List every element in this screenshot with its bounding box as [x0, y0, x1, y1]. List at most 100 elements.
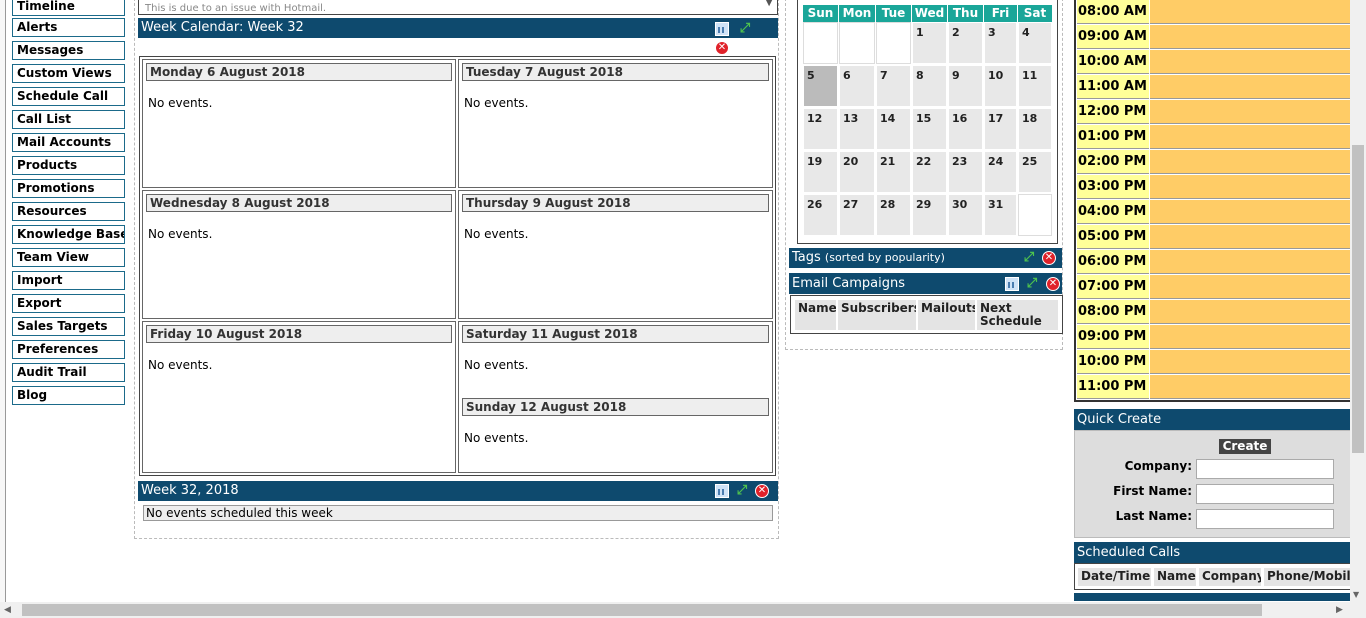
time-slot[interactable] [1150, 300, 1350, 324]
calendar-day[interactable]: 6 [839, 65, 875, 107]
scroll-down-icon[interactable]: ▼ [1353, 590, 1359, 599]
column-header[interactable]: Date/Time [1078, 568, 1151, 586]
expand-icon[interactable]: ⤢ [735, 484, 749, 498]
calendar-day[interactable]: 2 [948, 22, 983, 64]
close-icon[interactable]: ✕ [1042, 251, 1056, 265]
calendar-day[interactable]: 23 [948, 151, 983, 193]
first-name-field[interactable] [1196, 484, 1334, 504]
vertical-scrollbar-thumb[interactable] [1352, 145, 1364, 453]
nav-item-import[interactable]: Import [12, 271, 125, 290]
calendar-day[interactable]: 1 [912, 22, 947, 64]
calendar-add-icon[interactable] [715, 22, 729, 36]
nav-item-resources[interactable]: Resources [12, 202, 125, 221]
calendar-day[interactable]: 4 [1018, 22, 1052, 64]
calendar-day[interactable]: 28 [876, 194, 911, 236]
calendar-day[interactable]: 3 [984, 22, 1017, 64]
time-slot[interactable] [1150, 200, 1350, 224]
nav-item-timeline[interactable]: Timeline [12, 0, 125, 16]
time-slot[interactable] [1150, 0, 1350, 24]
calendar-day[interactable]: 14 [876, 108, 911, 150]
time-slot[interactable] [1150, 275, 1350, 299]
vertical-scrollbar[interactable]: ▼ [1350, 0, 1366, 602]
calendar-day[interactable]: 18 [1018, 108, 1052, 150]
nav-item-audit-trail[interactable]: Audit Trail [12, 363, 125, 382]
column-header[interactable]: Name [1154, 568, 1196, 586]
calendar-day[interactable]: 27 [839, 194, 875, 236]
nav-item-call-list[interactable]: Call List [12, 110, 125, 129]
nav-item-custom-views[interactable]: Custom Views [12, 64, 125, 83]
weekday-header: Sat [1018, 5, 1052, 22]
column-header[interactable]: Subscribers [838, 300, 916, 330]
last-name-field[interactable] [1196, 509, 1334, 529]
chevron-down-icon[interactable]: ▼ [765, 0, 773, 8]
create-button[interactable]: Create [1219, 439, 1271, 454]
calendar-day[interactable]: 25 [1018, 151, 1052, 193]
close-icon[interactable]: ✕ [1046, 277, 1060, 291]
calendar-day[interactable]: 7 [876, 65, 911, 107]
nav-item-messages[interactable]: Messages [12, 41, 125, 60]
calendar-day[interactable]: 30 [948, 194, 983, 236]
horizontal-scrollbar[interactable]: ◀ ▶ [0, 602, 1366, 618]
day-label: Thursday 9 August 2018 [462, 194, 769, 212]
calendar-empty-cell [803, 22, 838, 64]
nav-item-knowledge-base[interactable]: Knowledge Base [12, 225, 125, 244]
calendar-day[interactable]: 12 [803, 108, 838, 150]
calendar-day[interactable]: 16 [948, 108, 983, 150]
time-slot[interactable] [1150, 150, 1350, 174]
time-slot[interactable] [1150, 175, 1350, 199]
add-campaign-icon[interactable] [1005, 277, 1019, 291]
calendar-day[interactable]: 8 [912, 65, 947, 107]
time-label: 09:00 AM [1077, 25, 1149, 49]
calendar-day[interactable]: 15 [912, 108, 947, 150]
close-icon[interactable]: ✕ [715, 41, 729, 55]
calendar-day[interactable]: 11 [1018, 65, 1052, 107]
time-slot[interactable] [1150, 125, 1350, 149]
horizontal-scrollbar-thumb[interactable] [22, 604, 1262, 616]
calendar-day[interactable]: 26 [803, 194, 838, 236]
nav-item-team-view[interactable]: Team View [12, 248, 125, 267]
nav-item-sales-targets[interactable]: Sales Targets [12, 317, 125, 336]
time-slot[interactable] [1150, 100, 1350, 124]
time-slot[interactable] [1150, 225, 1350, 249]
time-slot[interactable] [1150, 50, 1350, 74]
company-field[interactable] [1196, 459, 1334, 479]
nav-item-schedule-call[interactable]: Schedule Call [12, 87, 125, 106]
time-slot[interactable] [1150, 25, 1350, 49]
time-slot[interactable] [1150, 350, 1350, 374]
calendar-day[interactable]: 29 [912, 194, 947, 236]
time-slot[interactable] [1150, 250, 1350, 274]
column-header[interactable]: Next Schedule [977, 300, 1058, 330]
nav-item-promotions[interactable]: Promotions [12, 179, 125, 198]
nav-item-mail-accounts[interactable]: Mail Accounts [12, 133, 125, 152]
calendar-icon[interactable] [715, 484, 729, 498]
close-icon[interactable]: ✕ [755, 484, 769, 498]
nav-item-blog[interactable]: Blog [12, 386, 125, 405]
time-slot[interactable] [1150, 375, 1350, 399]
expand-icon[interactable]: ⤢ [738, 22, 752, 36]
column-header[interactable]: Company [1199, 568, 1261, 586]
calendar-day[interactable]: 20 [839, 151, 875, 193]
time-slot[interactable] [1150, 325, 1350, 349]
nav-item-products[interactable]: Products [12, 156, 125, 175]
calendar-day[interactable]: 5 [803, 65, 838, 107]
calendar-day[interactable]: 13 [839, 108, 875, 150]
calendar-day[interactable]: 31 [984, 194, 1017, 236]
nav-item-preferences[interactable]: Preferences [12, 340, 125, 359]
calendar-day[interactable]: 10 [984, 65, 1017, 107]
expand-icon[interactable]: ⤢ [1025, 277, 1039, 291]
nav-item-alerts[interactable]: Alerts [12, 18, 125, 37]
scroll-right-icon[interactable]: ▶ [1336, 605, 1343, 615]
calendar-day[interactable]: 21 [876, 151, 911, 193]
nav-item-export[interactable]: Export [12, 294, 125, 313]
calendar-day[interactable]: 17 [984, 108, 1017, 150]
time-slot[interactable] [1150, 75, 1350, 99]
scroll-left-icon[interactable]: ◀ [4, 605, 11, 615]
calendar-day[interactable]: 24 [984, 151, 1017, 193]
calendar-day[interactable]: 9 [948, 65, 983, 107]
column-header[interactable]: Mailouts [918, 300, 975, 330]
column-header[interactable]: Phone/Mobile [1264, 568, 1350, 586]
column-header[interactable]: Name [795, 300, 836, 330]
calendar-day[interactable]: 22 [912, 151, 947, 193]
calendar-day[interactable]: 19 [803, 151, 838, 193]
expand-icon[interactable]: ⤢ [1022, 251, 1036, 265]
